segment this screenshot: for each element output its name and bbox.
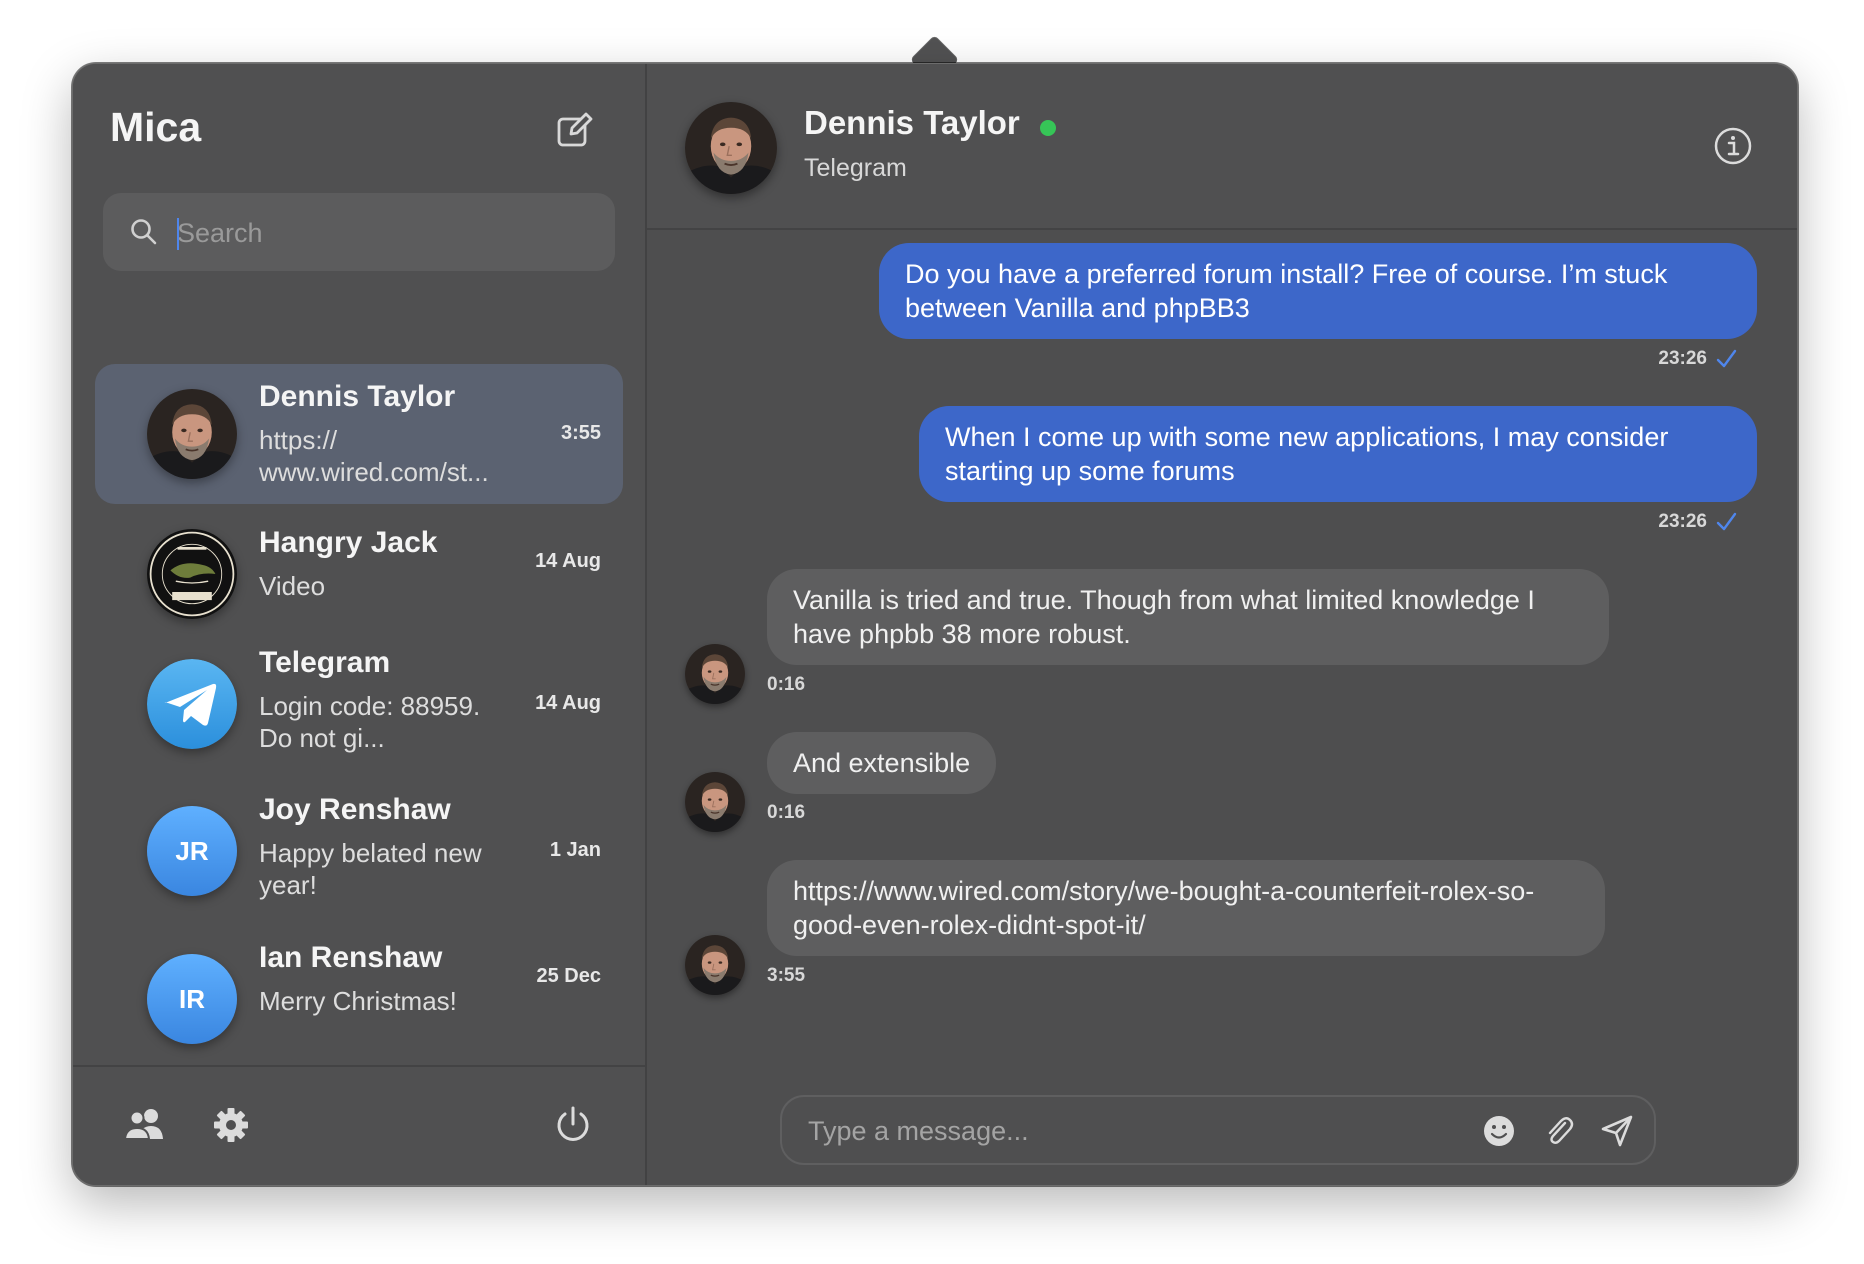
contact-avatar[interactable] [685,102,777,194]
message-bubble-incoming: And extensible [767,732,997,794]
power-icon [557,1106,589,1141]
search-input[interactable] [175,209,599,257]
app-title: Mica [110,104,202,150]
telegram-icon [147,659,237,749]
conversation-item-hangry-jack[interactable]: Hangry Jack Video 14 Aug [95,514,623,634]
conversation-item-dennis-taylor[interactable]: Dennis Taylor https:// www.wired.com/st.… [95,364,623,504]
conversation-name: Dennis Taylor [259,380,456,413]
message-time: 23:26 [1658,348,1707,369]
message-time: 3:55 [767,965,806,986]
paperclip-icon[interactable] [1542,1114,1576,1148]
compose-button[interactable] [555,110,595,150]
power-button[interactable] [553,1105,597,1145]
conversation-preview: Login code: 88959. Do not gi... [259,691,481,753]
chat-header: Dennis Taylor Telegram [647,64,1797,230]
avatar: IR [147,954,237,1044]
avatar-initials: JR [147,806,237,896]
conversation-time: 3:55 [560,422,601,444]
contacts-icon [123,1109,163,1140]
avatar [147,659,237,749]
sender-avatar [685,772,745,832]
message-list: Do you have a preferred forum install? F… [647,228,1797,1018]
gear-icon [214,1108,248,1142]
hangry-jack-logo [147,529,237,619]
message-bubble-outgoing: When I come up with some new application… [919,406,1757,502]
conversation-preview: Happy belated new year! [259,838,482,900]
avatar [147,389,237,479]
settings-button[interactable] [211,1105,255,1145]
app-window: Mica Dennis Taylor https:// www.wire [72,63,1798,1186]
sidebar-footer [73,1065,645,1185]
conversation-time: 14 Aug [535,550,601,572]
message-bubble-incoming: Vanilla is tried and true. Though from w… [767,569,1609,665]
conversation-preview: https:// www.wired.com/st... [259,425,489,487]
conversation-name: Ian Renshaw [259,941,443,974]
message-time: 23:26 [1658,511,1707,532]
checkmark-icon [1716,349,1737,368]
conversation-item-joy-renshaw[interactable]: JR Joy Renshaw Happy belated new year! 1… [95,781,623,921]
send-icon[interactable] [1600,1114,1634,1148]
message-composer [780,1095,1656,1165]
online-status-dot [1040,120,1056,136]
conversation-name: Telegram [259,646,391,679]
conversation-preview: Video [259,571,326,601]
info-button[interactable] [1713,126,1753,166]
avatar-initials: IR [147,954,237,1044]
avatar: JR [147,806,237,896]
checkmark-icon [1716,512,1737,531]
search-icon [131,219,157,245]
conversation-time: 14 Aug [535,692,601,714]
compose-icon [557,112,593,147]
contact-service: Telegram [804,154,907,182]
contacts-button[interactable] [123,1105,167,1145]
text-caret [177,218,179,250]
contact-name: Dennis Taylor [804,104,1020,141]
message-input[interactable] [806,1108,1450,1154]
sidebar: Mica Dennis Taylor https:// www.wire [73,64,647,1185]
message-time: 0:16 [767,674,806,695]
search-box[interactable] [103,193,615,271]
conversation-name: Joy Renshaw [259,793,451,826]
message-time: 0:16 [767,802,806,823]
conversation-item-ian-renshaw[interactable]: IR Ian Renshaw Merry Christmas! 25 Dec [95,929,623,1049]
message-bubble-incoming-link[interactable]: https://www.wired.com/story/we-bought-a-… [767,860,1605,956]
conversation-time: 1 Jan [549,839,601,861]
avatar [147,529,237,619]
sender-avatar [685,644,745,704]
conversation-time: 25 Dec [536,965,602,987]
conversation-preview: Merry Christmas! [259,986,457,1016]
message-bubble-outgoing: Do you have a preferred forum install? F… [879,243,1757,339]
emoji-icon[interactable] [1482,1114,1516,1148]
conversation-item-telegram[interactable]: Telegram Login code: 88959. Do not gi...… [95,634,623,774]
info-icon [1714,127,1752,165]
conversation-name: Hangry Jack [259,526,438,559]
chat-panel: Dennis Taylor Telegram Do you have a pre… [647,64,1797,1185]
sender-avatar [685,935,745,995]
